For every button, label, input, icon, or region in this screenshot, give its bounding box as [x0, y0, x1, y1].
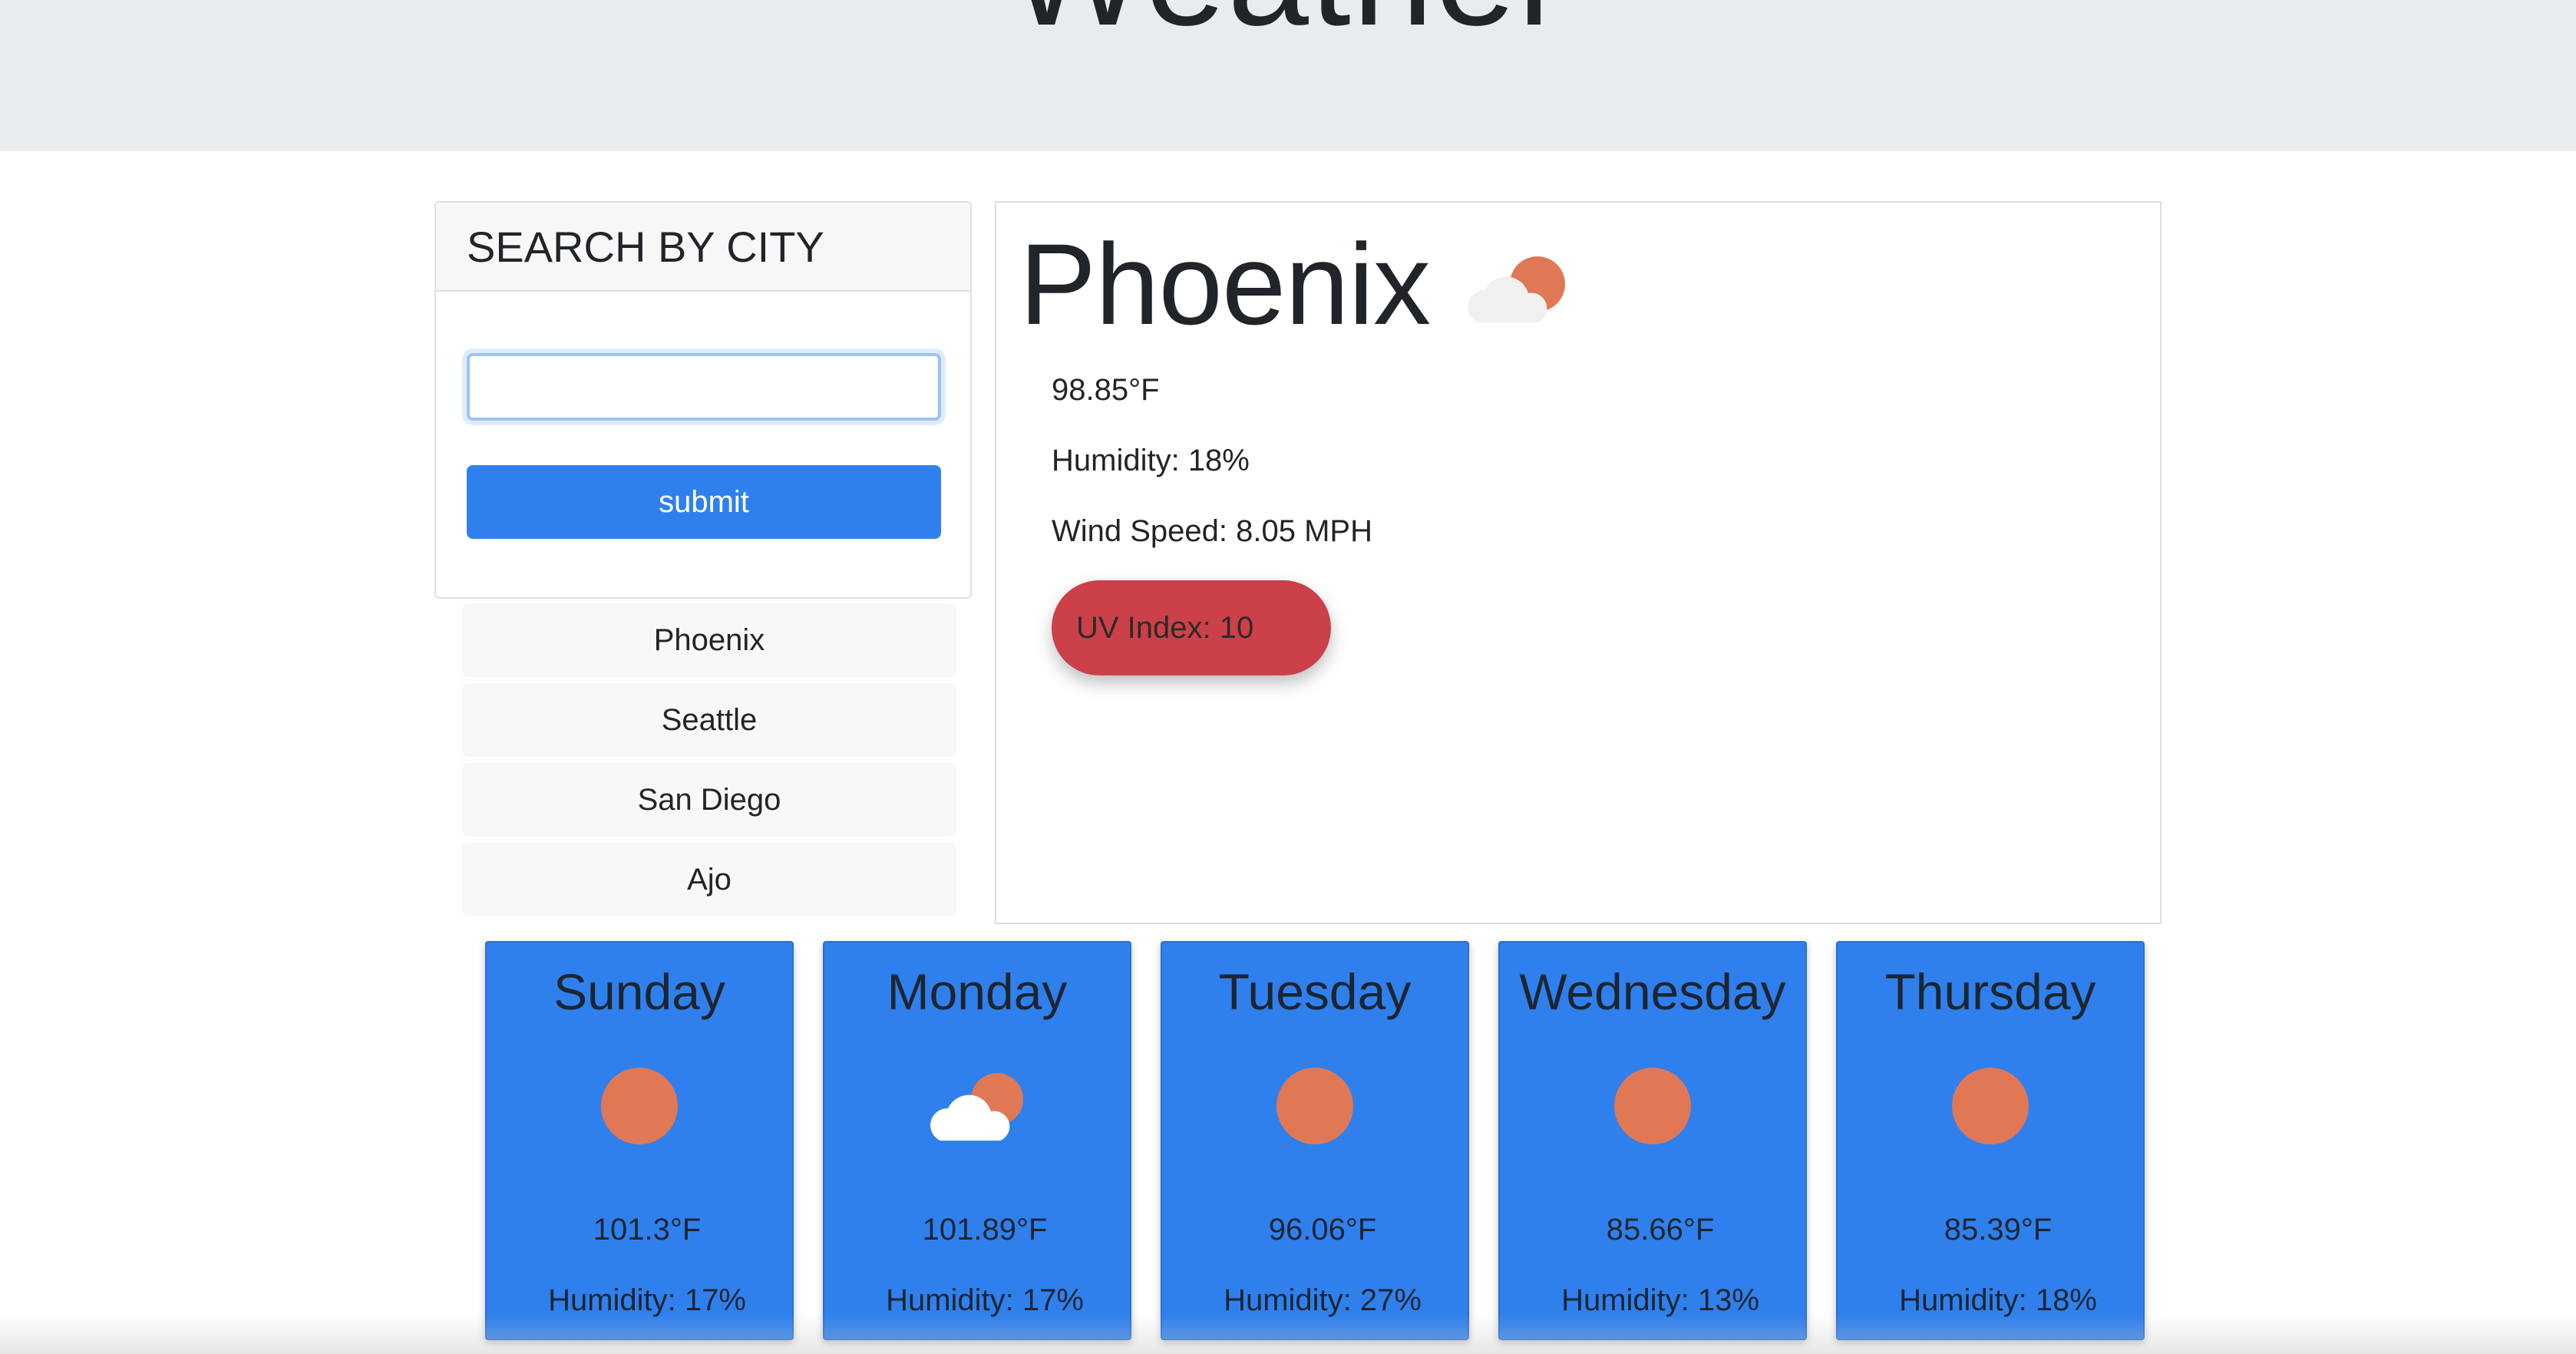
- forecast-card-thursday: Thursday 85.39°F Humidity: 18%: [1836, 941, 2145, 1340]
- search-card: SEARCH BY CITY submit: [434, 201, 972, 599]
- current-temperature: 98.85°F: [1052, 373, 1160, 407]
- history-item-phoenix[interactable]: Phoenix: [462, 603, 956, 677]
- search-heading: SEARCH BY CITY: [467, 222, 824, 271]
- submit-button[interactable]: submit: [467, 465, 941, 539]
- history-item-ajo[interactable]: Ajo: [462, 843, 956, 916]
- city-row: Phoenix: [1019, 215, 1568, 353]
- partly-cloudy-icon: [1461, 252, 1568, 332]
- forecast-humidity: Humidity: 18%: [1899, 1283, 2097, 1317]
- current-humidity: Humidity: 18%: [1052, 444, 1250, 477]
- forecast-day: Thursday: [1884, 963, 2096, 1020]
- current-wind-speed: Wind Speed: 8.05 MPH: [1052, 514, 1372, 548]
- history-item-san-diego[interactable]: San Diego: [462, 763, 956, 837]
- current-city-name: Phoenix: [1019, 220, 1431, 348]
- forecast-day: Wednesday: [1519, 963, 1786, 1020]
- forecast-card-monday: Monday 101.89°F Humidity: 17%: [823, 941, 1131, 1340]
- forecast-temp: 101.89°F: [922, 1213, 1048, 1247]
- forecast-day: Monday: [887, 963, 1068, 1020]
- sun-icon: [1162, 1064, 1468, 1148]
- forecast-day: Sunday: [553, 963, 725, 1020]
- forecast-humidity: Humidity: 17%: [548, 1283, 746, 1317]
- partly-cloudy-icon: [824, 1064, 1130, 1148]
- history-item-seattle[interactable]: Seattle: [462, 683, 956, 757]
- forecast-card-tuesday: Tuesday 96.06°F Humidity: 27%: [1161, 941, 1469, 1340]
- search-history-list: Phoenix Seattle San Diego Ajo: [462, 603, 956, 923]
- sun-icon: [487, 1064, 792, 1148]
- weather-dashboard: Weather SEARCH BY CITY submit Phoenix Se…: [0, 0, 2576, 1354]
- forecast-humidity: Humidity: 17%: [886, 1283, 1084, 1317]
- forecast-temp: 85.66°F: [1606, 1213, 1715, 1247]
- search-card-header: SEARCH BY CITY: [436, 203, 970, 292]
- forecast-day: Tuesday: [1218, 963, 1412, 1020]
- forecast-temp: 96.06°F: [1268, 1213, 1377, 1247]
- current-weather-panel: Phoenix 98.85°F Humidity: 18% Wind Speed…: [995, 201, 2162, 924]
- header-banner: Weather: [0, 0, 2576, 151]
- forecast-card-wednesday: Wednesday 85.66°F Humidity: 13%: [1498, 941, 1807, 1340]
- forecast-temp: 101.3°F: [593, 1213, 702, 1247]
- uv-index-label: UV Index: 10: [1076, 610, 1254, 645]
- forecast-temp: 85.39°F: [1944, 1213, 2053, 1247]
- sun-icon: [1838, 1064, 2143, 1148]
- city-search-input[interactable]: [467, 353, 941, 421]
- forecast-card-sunday: Sunday 101.3°F Humidity: 17%: [485, 941, 794, 1340]
- page-title: Weather: [0, 0, 2576, 48]
- uv-index-badge: UV Index: 10: [1052, 580, 1331, 675]
- forecast-humidity: Humidity: 13%: [1561, 1283, 1759, 1317]
- forecast-humidity: Humidity: 27%: [1224, 1283, 1422, 1317]
- sun-icon: [1500, 1064, 1805, 1148]
